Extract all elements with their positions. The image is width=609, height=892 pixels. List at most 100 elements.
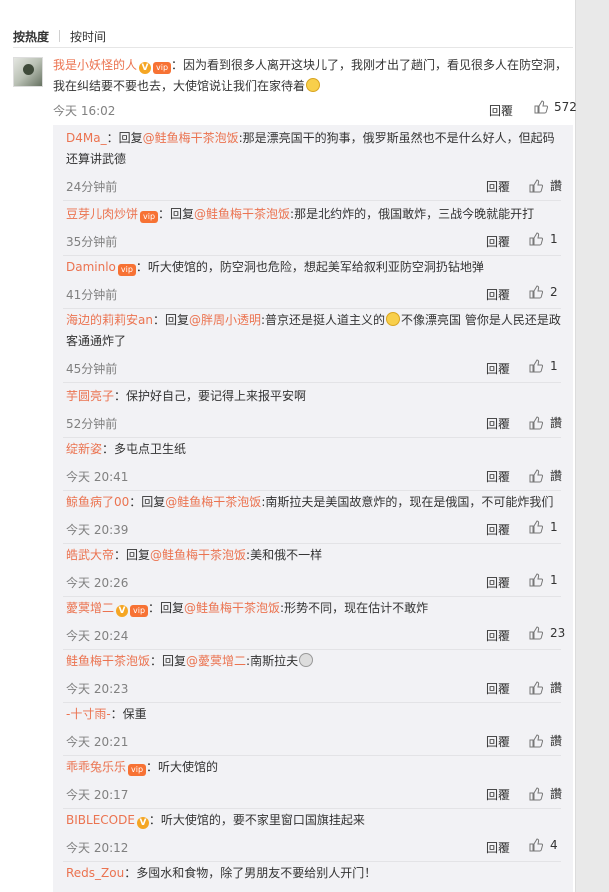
reply-username[interactable]: 鲑鱼梅干茶泡饭 (66, 654, 150, 668)
reply-divider (63, 755, 561, 756)
verified-badge-icon: V (139, 62, 152, 74)
reply-button[interactable]: 回覆 (486, 627, 510, 644)
tab-by-time[interactable]: 按时间 (70, 28, 106, 45)
thumbs-up-icon (529, 178, 543, 192)
like-count: 讚 (550, 681, 563, 695)
reply-username[interactable]: D4Ma_ (66, 131, 107, 145)
reply-username[interactable]: 乖乖兔乐乐 (66, 760, 126, 774)
reply-button[interactable]: 回覆 (486, 574, 510, 591)
reply-meta: 今天 20:23 回覆 讚 (66, 680, 562, 698)
reply-button[interactable]: 回覆 (486, 178, 510, 195)
reply-mention[interactable]: @鲑鱼梅干茶泡饭 (143, 131, 239, 145)
like-button[interactable]: 4 (529, 838, 558, 852)
like-button[interactable]: 讚 (529, 785, 562, 802)
reply-body: :普京还是挺人道主义的 (261, 313, 386, 327)
reply-mention[interactable]: @鲑鱼梅干茶泡饭 (184, 601, 280, 615)
like-button[interactable]: 1 (529, 232, 558, 246)
reply-button[interactable]: 回覆 (486, 680, 510, 697)
reply-button[interactable]: 回覆 (486, 839, 510, 856)
reply-item: 鲑鱼梅干茶泡饭：回复@薆蓂增二:南斯拉夫 今天 20:23 回覆 讚 (66, 651, 562, 696)
reply-time: 今天 20:39 (66, 523, 129, 537)
like-button[interactable]: 2 (529, 285, 558, 299)
reply-divider (63, 437, 561, 438)
main-reply-button[interactable]: 回覆 (489, 102, 513, 119)
like-button[interactable]: 1 (529, 573, 558, 587)
reply-body: ：听大使馆的，防空洞也危险，想起美军给叙利亚防空洞扔钻地弹 (135, 260, 484, 274)
reply-time: 今天 20:24 (66, 629, 129, 643)
reply-item: BIBLECODE V ：听大使馆的，要不家里窗口国旗挂起来 今天 20:12 回覆 4 (66, 810, 562, 855)
thumbs-up-icon (529, 626, 543, 640)
reply-item: Reds_Zou：多囤水和食物，除了男朋友不要给别人开门！ (66, 863, 562, 884)
reply-meta: 24分钟前 回覆 讚 (66, 178, 562, 196)
reply-username[interactable]: 海边的莉莉安an (66, 313, 153, 327)
reply-username[interactable]: 芋圆亮子 (66, 389, 114, 403)
reply-body: :美和俄不一样 (246, 548, 323, 562)
like-count: 23 (550, 626, 566, 640)
reply-time: 52分钟前 (66, 417, 118, 431)
reply-meta: 45分钟前 回覆 1 (66, 359, 562, 378)
reply-divider (63, 861, 561, 862)
reply-button[interactable]: 回覆 (486, 786, 510, 803)
thumbs-up-icon (529, 415, 543, 429)
reply-divider (63, 808, 561, 809)
reply-mention[interactable]: @鲑鱼梅干茶泡饭 (165, 495, 261, 509)
reply-button[interactable]: 回覆 (486, 415, 510, 432)
like-button[interactable]: 讚 (529, 177, 562, 194)
main-comment-meta: 今天 16:02 回覆 572 (53, 99, 577, 119)
reply-username[interactable]: -十寸雨- (66, 707, 111, 721)
reply-username[interactable]: BIBLECODE (66, 813, 135, 827)
reply-text: D4Ma_：回复@鲑鱼梅干茶泡饭:那是漂亮国干的狗事，俄罗斯虽然也不是什么好人，… (66, 128, 562, 170)
reply-button[interactable]: 回覆 (486, 286, 510, 303)
reply-body: :形势不同，现在估计不敢炸 (280, 601, 429, 615)
reply-divider (63, 255, 561, 256)
reply-username[interactable]: 薆蓂增二 (66, 601, 114, 615)
reply-mention[interactable]: @薆蓂增二 (186, 654, 246, 668)
main-comment-username[interactable]: 我是小妖怪的人 (53, 58, 137, 72)
reply-body: ：听大使馆的，要不家里窗口国旗挂起来 (148, 813, 365, 827)
reply-button[interactable]: 回覆 (486, 733, 510, 750)
reply-time: 35分钟前 (66, 235, 118, 249)
page-scroll-gutter (575, 0, 609, 892)
reply-username[interactable]: 豆芽儿肉炒饼 (66, 207, 138, 221)
reply-body: :南斯拉夫 (246, 654, 299, 668)
reply-meta: 41分钟前 回覆 2 (66, 285, 562, 304)
reply-button[interactable]: 回覆 (486, 468, 510, 485)
thumbs-up-icon (534, 100, 548, 114)
reply-item: Daminlo vip ：听大使馆的，防空洞也危险，想起美军给叙利亚防空洞扔钻地弹 4… (66, 257, 562, 302)
reply-time: 今天 20:12 (66, 841, 129, 855)
like-button[interactable]: 23 (529, 626, 565, 640)
reply-button[interactable]: 回覆 (486, 360, 510, 377)
thumbs-up-icon (529, 359, 543, 373)
reply-mention[interactable]: @胖周小透明 (189, 313, 261, 327)
reply-username[interactable]: 皓武大帝 (66, 548, 114, 562)
like-button[interactable]: 讚 (529, 679, 562, 696)
reply-username[interactable]: Reds_Zou (66, 866, 124, 880)
reply-button[interactable]: 回覆 (486, 521, 510, 538)
reply-divider (63, 702, 561, 703)
reply-prefix: ：回复 (148, 601, 185, 615)
main-like-button[interactable]: 572 (534, 100, 577, 114)
like-button[interactable]: 讚 (529, 414, 562, 431)
like-button[interactable]: 讚 (529, 467, 562, 484)
reply-mention[interactable]: @鲑鱼梅干茶泡饭 (194, 207, 290, 221)
reply-prefix: ：回复 (152, 313, 189, 327)
like-count: 1 (550, 359, 558, 373)
like-button[interactable]: 1 (529, 520, 558, 534)
reply-prefix: ：回复 (129, 495, 166, 509)
reply-time: 今天 20:21 (66, 735, 129, 749)
tab-by-hot[interactable]: 按热度 (13, 28, 49, 45)
like-button[interactable]: 1 (529, 359, 558, 373)
like-button[interactable]: 讚 (529, 732, 562, 749)
reply-mention[interactable]: @鲑鱼梅干茶泡饭 (150, 548, 246, 562)
avatar[interactable] (13, 57, 43, 87)
reply-time: 41分钟前 (66, 288, 118, 302)
reply-body: ：保重 (110, 707, 147, 721)
reply-meta: 今天 20:17 回覆 讚 (66, 786, 562, 804)
reply-text: -十寸雨-：保重 (66, 704, 562, 725)
reply-item: 芋圆亮子：保护好自己，要记得上来报平安啊 52分钟前 回覆 讚 (66, 386, 562, 431)
reply-username[interactable]: Daminlo (66, 260, 116, 274)
reply-username[interactable]: 绽新姿 (66, 442, 102, 456)
reply-time: 45分钟前 (66, 362, 118, 376)
reply-button[interactable]: 回覆 (486, 233, 510, 250)
reply-username[interactable]: 鲸鱼病了00 (66, 495, 129, 509)
